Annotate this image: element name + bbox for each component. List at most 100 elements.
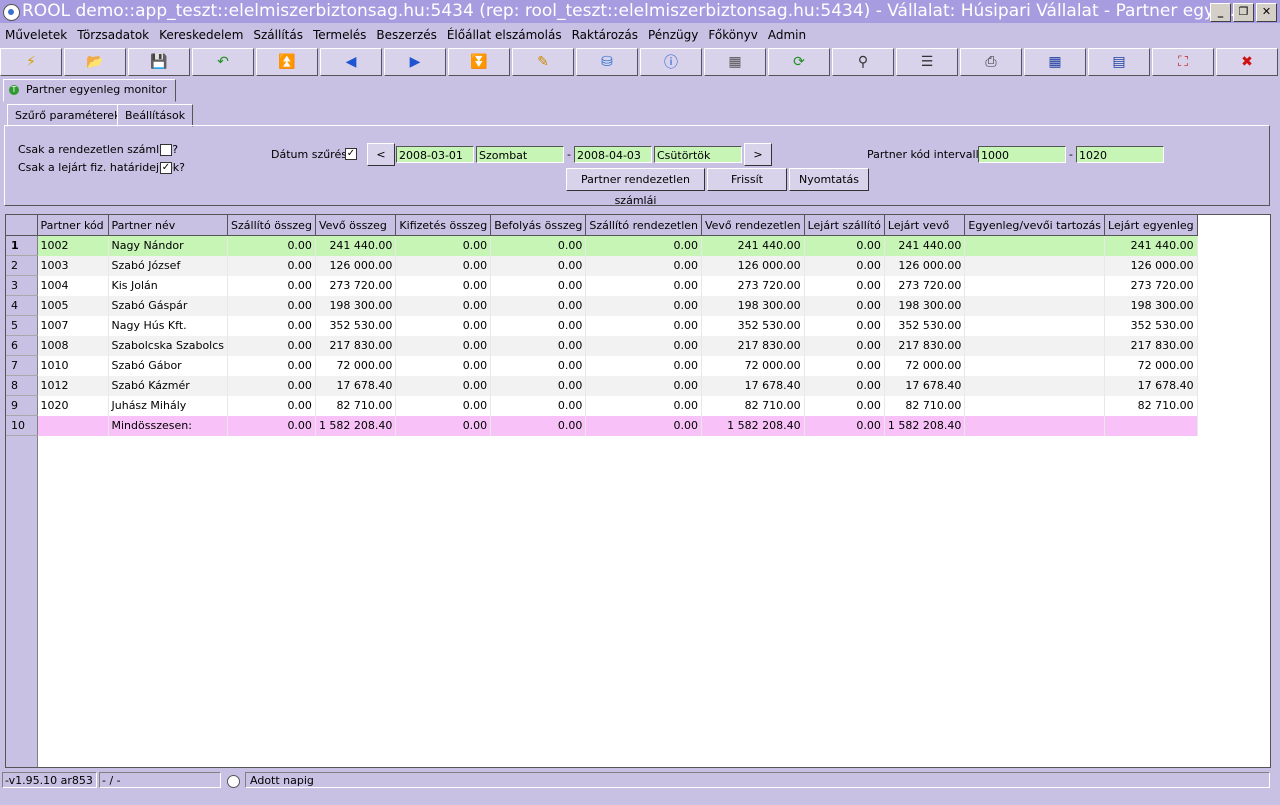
- column-header[interactable]: Vevő összeg: [315, 215, 397, 236]
- column-header[interactable]: Lejárt szállító: [804, 215, 885, 236]
- table-cell[interactable]: 0.00: [585, 415, 702, 436]
- table-cell[interactable]: 0.00: [585, 315, 702, 336]
- menu-item-2[interactable]: Kereskedelem: [154, 28, 248, 42]
- table-cell[interactable]: 198 300.00: [1104, 295, 1198, 316]
- toolbar-button-layout[interactable]: ▦: [704, 48, 766, 76]
- table-row[interactable]: 6 1008 Szabolcska Szabolcs 0.00 217 830.00 0.…: [6, 335, 1198, 356]
- table-cell[interactable]: [964, 295, 1106, 316]
- table-cell[interactable]: 1003: [37, 255, 109, 276]
- table-cell[interactable]: Kis Jolán: [108, 275, 229, 296]
- table-row[interactable]: 3 1004 Kis Jolán 0.00 273 720.00 0.00 0.00 0.00…: [6, 275, 1198, 296]
- table-cell[interactable]: 0.00: [490, 295, 587, 316]
- table-cell[interactable]: 126 000.00: [701, 255, 805, 276]
- column-header[interactable]: Egyenleg/vevői tartozás: [964, 215, 1106, 236]
- table-cell[interactable]: 0.00: [227, 395, 316, 416]
- table-cell[interactable]: 198 300.00: [884, 295, 966, 316]
- table-cell[interactable]: 72 000.00: [1104, 355, 1198, 376]
- toolbar-button-info[interactable]: ⓘ: [640, 48, 702, 76]
- table-cell[interactable]: Szabó Kázmér: [108, 375, 229, 396]
- table-cell[interactable]: 0.00: [585, 235, 702, 256]
- table-cell[interactable]: Nagy Hús Kft.: [108, 315, 229, 336]
- table-cell[interactable]: 0.00: [804, 235, 885, 256]
- table-cell[interactable]: 1020: [37, 395, 109, 416]
- unsettled-checkbox[interactable]: [160, 144, 172, 156]
- table-cell[interactable]: 0.00: [585, 355, 702, 376]
- table-cell[interactable]: [964, 315, 1106, 336]
- table-row[interactable]: 4 1005 Szabó Gáspár 0.00 198 300.00 0.00 0.00 0…: [6, 295, 1198, 316]
- toolbar-button-database[interactable]: ⛁: [576, 48, 638, 76]
- table-cell[interactable]: 273 720.00: [315, 275, 397, 296]
- table-cell[interactable]: 352 530.00: [1104, 315, 1198, 336]
- table-cell[interactable]: 0.00: [585, 395, 702, 416]
- toolbar-button-undo[interactable]: ↶: [192, 48, 254, 76]
- table-cell[interactable]: 0.00: [395, 315, 492, 336]
- table-cell[interactable]: 0.00: [804, 295, 885, 316]
- table-cell[interactable]: 1 582 208.40: [701, 415, 805, 436]
- table-cell[interactable]: Szabó Gáspár: [108, 295, 229, 316]
- restore-button[interactable]: ❐: [1233, 3, 1254, 22]
- row-number[interactable]: 2: [6, 255, 38, 276]
- table-cell[interactable]: 0.00: [227, 355, 316, 376]
- column-header[interactable]: Partner név: [108, 215, 229, 236]
- table-cell[interactable]: 0.00: [585, 275, 702, 296]
- table-cell[interactable]: 0.00: [227, 255, 316, 276]
- table-cell[interactable]: 72 000.00: [315, 355, 397, 376]
- table-cell[interactable]: 82 710.00: [701, 395, 805, 416]
- next-period-button[interactable]: >: [744, 143, 772, 166]
- menu-item-8[interactable]: Pénzügy: [643, 28, 703, 42]
- mode-radio[interactable]: [227, 775, 240, 788]
- menu-item-3[interactable]: Szállítás: [248, 28, 308, 42]
- table-cell[interactable]: 1012: [37, 375, 109, 396]
- app-icon[interactable]: [3, 4, 20, 21]
- table-cell[interactable]: 0.00: [490, 235, 587, 256]
- table-cell[interactable]: 0.00: [395, 355, 492, 376]
- table-cell[interactable]: [964, 255, 1106, 276]
- column-header[interactable]: Lejárt vevő: [884, 215, 966, 236]
- table-cell[interactable]: 198 300.00: [315, 295, 397, 316]
- table-cell[interactable]: 0.00: [395, 235, 492, 256]
- table-row[interactable]: 5 1007 Nagy Hús Kft. 0.00 352 530.00 0.00 0.00…: [6, 315, 1198, 336]
- table-cell[interactable]: 1002: [37, 235, 109, 256]
- table-cell[interactable]: 241 440.00: [1104, 235, 1198, 256]
- table-cell[interactable]: Szabó József: [108, 255, 229, 276]
- print-button[interactable]: Nyomtatás: [789, 168, 869, 191]
- table-cell[interactable]: 126 000.00: [1104, 255, 1198, 276]
- table-cell[interactable]: 0.00: [227, 235, 316, 256]
- row-number[interactable]: 8: [6, 375, 38, 396]
- column-header[interactable]: Partner kód: [37, 215, 109, 236]
- table-cell[interactable]: 273 720.00: [701, 275, 805, 296]
- table-cell[interactable]: 352 530.00: [884, 315, 966, 336]
- table-cell[interactable]: 1008: [37, 335, 109, 356]
- table-cell[interactable]: 0.00: [804, 395, 885, 416]
- table-row[interactable]: 7 1010 Szabó Gábor 0.00 72 000.00 0.00 0.00 0.0…: [6, 355, 1198, 376]
- table-cell[interactable]: 217 830.00: [315, 335, 397, 356]
- table-cell[interactable]: 0.00: [227, 275, 316, 296]
- table-cell[interactable]: [964, 235, 1106, 256]
- table-cell[interactable]: [964, 395, 1106, 416]
- table-cell[interactable]: [964, 415, 1106, 436]
- table-cell[interactable]: 0.00: [804, 415, 885, 436]
- table-cell[interactable]: 0.00: [585, 255, 702, 276]
- table-cell[interactable]: Nagy Nándor: [108, 235, 229, 256]
- table-cell[interactable]: 82 710.00: [315, 395, 397, 416]
- column-header[interactable]: Szállító rendezetlen: [585, 215, 702, 236]
- table-cell[interactable]: 17 678.40: [701, 375, 805, 396]
- table-cell[interactable]: 0.00: [395, 395, 492, 416]
- table-cell[interactable]: 0.00: [490, 315, 587, 336]
- row-number[interactable]: 1: [6, 235, 38, 256]
- table-cell[interactable]: 1004: [37, 275, 109, 296]
- refresh-button[interactable]: Frissít: [707, 168, 787, 191]
- toolbar-button-first-record[interactable]: ⏫: [256, 48, 318, 76]
- table-cell[interactable]: [964, 355, 1106, 376]
- table-cell[interactable]: 0.00: [395, 255, 492, 276]
- table-cell[interactable]: 126 000.00: [884, 255, 966, 276]
- table-cell[interactable]: 241 440.00: [701, 235, 805, 256]
- table-cell[interactable]: [964, 275, 1106, 296]
- toolbar-button-refresh[interactable]: ⟳: [768, 48, 830, 76]
- tab-partner-balance-monitor[interactable]: T Partner egyenleg monitor: [3, 79, 176, 102]
- menu-item-0[interactable]: Műveletek: [0, 28, 72, 42]
- row-number[interactable]: 7: [6, 355, 38, 376]
- table-cell[interactable]: 17 678.40: [884, 375, 966, 396]
- table-cell[interactable]: 273 720.00: [884, 275, 966, 296]
- table-cell[interactable]: 217 830.00: [701, 335, 805, 356]
